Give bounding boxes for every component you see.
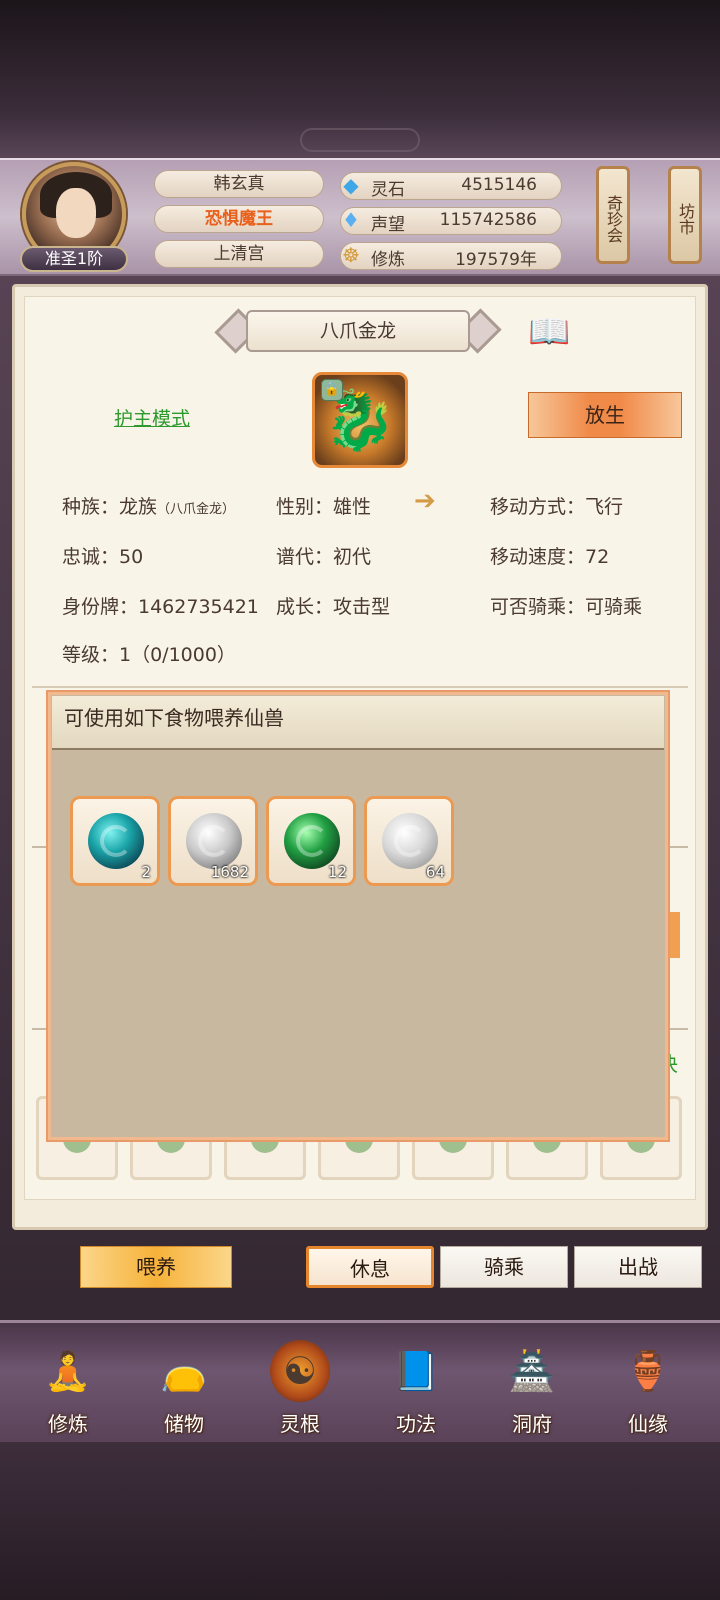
item-count: 1682 — [210, 863, 249, 881]
food-item[interactable]: 1682 — [168, 796, 258, 886]
pet-gender: 性别：雄性 — [276, 496, 372, 518]
feed-popup — [48, 692, 668, 1140]
nav-techniques[interactable]: 📘 功法 — [366, 1336, 466, 1436]
nav-label: 修炼 — [48, 1412, 88, 1436]
nav-label: 储物 — [164, 1412, 204, 1436]
item-count: 64 — [425, 863, 445, 881]
cave-residence-icon: 🏯 — [508, 1349, 556, 1393]
race-label: 种族： — [62, 496, 120, 518]
pet-race: 种族：龙族（八爪金龙） — [62, 492, 235, 519]
race-value: 龙族 — [119, 496, 158, 518]
ride-button[interactable]: 骑乘 — [440, 1246, 568, 1288]
divider-right — [668, 846, 688, 848]
arrow-icon[interactable]: ➔ — [414, 486, 436, 516]
market-button[interactable]: 坊市 — [668, 166, 702, 264]
resource-value: 197579年 — [455, 250, 537, 270]
spirit-root-icon: ☯ — [270, 1340, 330, 1402]
item-count: 2 — [141, 863, 151, 881]
teal-spirit-orb-icon — [88, 813, 144, 869]
resource-spirit-stone: ◆ 灵石 4515146 — [340, 172, 562, 200]
scripture-book-icon: 📘 — [392, 1349, 440, 1393]
player-title[interactable]: 恐惧魔王 — [154, 205, 324, 233]
resource-label: 声望 — [371, 215, 405, 235]
pet-loyalty: 忠诚：50 — [62, 546, 144, 568]
pet-move-type: 移动方式：飞行 — [490, 496, 624, 518]
race-sub: （八爪金龙） — [157, 502, 236, 517]
nav-label: 仙缘 — [628, 1412, 668, 1436]
resource-value: 4515146 — [461, 175, 537, 195]
release-button[interactable]: 放生 — [528, 392, 682, 438]
pet-rideable: 可否骑乘：可骑乘 — [490, 596, 643, 618]
resource-label: 修炼 — [371, 250, 405, 270]
pet-growth: 成长：攻击型 — [276, 596, 391, 618]
bottom-background — [0, 1442, 720, 1600]
lock-icon: 🔒 — [321, 379, 343, 401]
food-item[interactable]: 12 — [266, 796, 356, 886]
storage-bag-icon: 👝 — [160, 1349, 208, 1393]
pet-level: 等级：1（0/1000） — [62, 644, 236, 666]
silver-dragon-orb-icon — [186, 813, 242, 869]
protect-mode-link[interactable]: 护主模式 — [114, 404, 190, 431]
silver-spirit-orb-icon — [382, 813, 438, 869]
top-ornament — [300, 128, 420, 152]
nav-cave[interactable]: 🏯 洞府 — [482, 1336, 582, 1436]
avatar-face — [56, 188, 96, 238]
nav-spirit-root[interactable]: ☯ 灵根 — [250, 1336, 350, 1436]
spirit-stone-icon: ◆ — [343, 173, 359, 197]
cultivation-icon: ☸ — [342, 243, 360, 267]
pet-generation: 谱代：初代 — [276, 546, 372, 568]
rest-button[interactable]: 休息 — [306, 1246, 434, 1288]
pet-move-speed: 移动速度：72 — [490, 546, 610, 568]
nav-storage[interactable]: 👝 储物 — [134, 1336, 234, 1436]
nav-fate[interactable]: 🏺 仙缘 — [598, 1336, 698, 1436]
immortal-gourd-icon: 🏺 — [624, 1349, 672, 1393]
fight-button[interactable]: 出战 — [574, 1246, 702, 1288]
food-item[interactable]: 2 — [70, 796, 160, 886]
feed-button[interactable]: 喂养 — [80, 1246, 232, 1288]
player-sect: 上清宫 — [154, 240, 324, 268]
book-icon[interactable]: 📖 — [528, 312, 578, 352]
pet-id-tag: 身份牌：1462735421 — [62, 596, 259, 618]
resource-value: 115742586 — [439, 210, 537, 230]
resource-cultivation: ☸ 修炼 197579年 — [340, 242, 562, 270]
nav-label: 功法 — [396, 1412, 436, 1436]
resource-label: 灵石 — [371, 180, 405, 200]
panel-divider — [32, 686, 688, 688]
divider-right — [668, 1028, 688, 1030]
food-item[interactable]: 64 — [364, 796, 454, 886]
pet-name-plate: 八爪金龙 — [246, 310, 470, 352]
treasure-fair-button[interactable]: 奇珍会 — [596, 166, 630, 264]
pet-portrait[interactable]: 🐉 🔒 — [312, 372, 408, 468]
nav-label: 灵根 — [280, 1412, 320, 1436]
resource-prestige: ♦ 声望 115742586 — [340, 207, 562, 235]
meditation-icon: 🧘 — [44, 1349, 92, 1393]
rank-badge: 准圣1阶 — [20, 246, 128, 272]
player-name: 韩玄真 — [154, 170, 324, 198]
nav-label: 洞府 — [512, 1412, 552, 1436]
nav-cultivate[interactable]: 🧘 修炼 — [18, 1336, 118, 1436]
green-spirit-orb-icon — [284, 813, 340, 869]
item-count: 12 — [327, 863, 347, 881]
prestige-icon: ♦ — [342, 208, 360, 232]
feed-popup-title: 可使用如下食物喂养仙兽 — [64, 706, 284, 730]
